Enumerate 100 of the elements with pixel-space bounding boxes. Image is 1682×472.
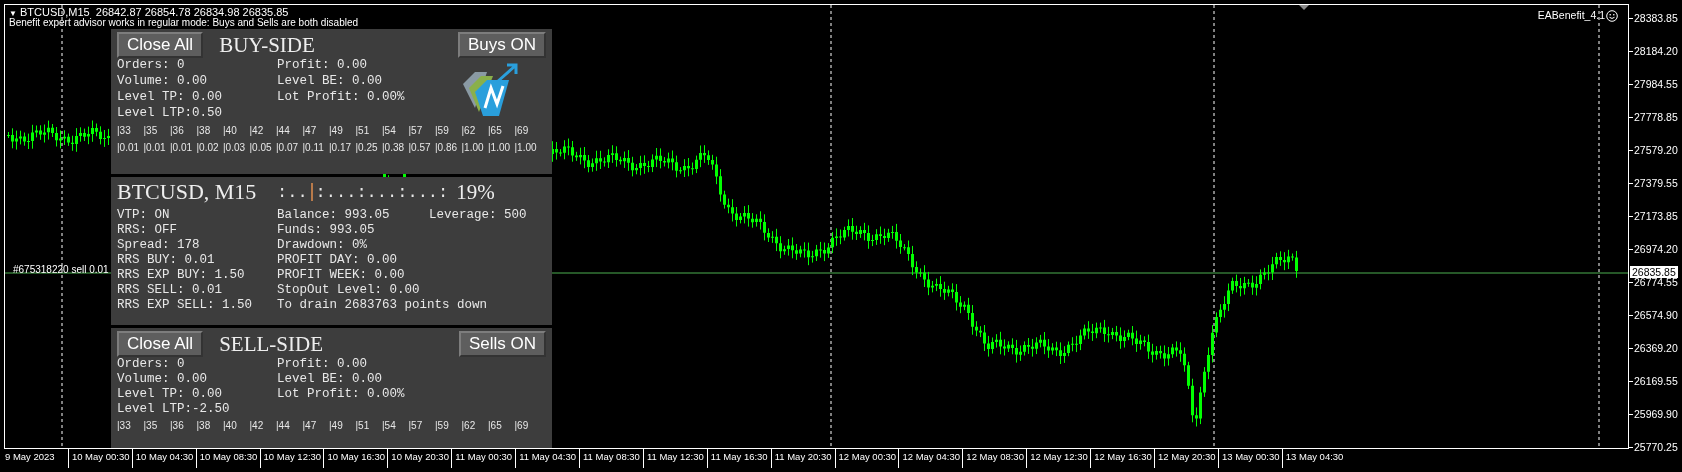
time-label: 10 May 12:30 (259, 449, 324, 468)
level-text: |42 (249, 124, 265, 138)
lot-text: |0.25 (355, 141, 379, 155)
price-label: 27379.55 (1633, 177, 1679, 189)
time-label: 12 May 12:30 (1026, 449, 1091, 468)
time-label: 13 May 04:30 (1281, 449, 1346, 468)
time-label: 10 May 00:30 (67, 449, 132, 468)
time-label: 10 May 20:30 (387, 449, 452, 468)
price-label: 26574.90 (1633, 309, 1679, 321)
lot-text: |1.00 (461, 141, 485, 155)
stat-text: RRS SELL: 0.01 (117, 283, 223, 298)
stat-text: RRS: OFF (117, 223, 177, 238)
price-label: 28383.85 (1633, 12, 1679, 24)
stat-text: Spread: 178 (117, 238, 200, 253)
level-text: |62 (461, 124, 477, 138)
level-text: |33 (117, 419, 132, 433)
level-text: |33 (117, 124, 132, 138)
lot-text: |0.38 (382, 141, 406, 155)
time-label: 9 May 2023 (4, 450, 56, 464)
stat-text: Profit: 0.00 (277, 58, 368, 74)
close-all-button[interactable]: Close All (117, 32, 204, 58)
progress-percent: 19% (456, 180, 495, 204)
price-label: 26369.20 (1633, 342, 1679, 354)
status-notice: Benefit expert advisor works in regular mode: Buys and Sells are both disabled (9, 17, 359, 28)
side-title: BUY-SIDE (219, 33, 316, 57)
level-text: |38 (196, 419, 212, 433)
stat-text: Profit: 0.00 (277, 357, 368, 372)
dropdown-arrow[interactable]: ▼ (9, 9, 17, 18)
level-text: |35 (143, 419, 159, 433)
level-text: |49 (329, 419, 344, 433)
price-label: 27984.55 (1633, 78, 1679, 90)
level-text: |40 (223, 124, 238, 138)
stat-text: Level TP: 0.00 (117, 387, 224, 402)
lot-text: |0.05 (249, 141, 273, 155)
level-text: |59 (435, 124, 450, 138)
stat-text: Level LTP:0.50 (117, 106, 224, 122)
stat-text: Volume: 0.00 (117, 74, 208, 90)
stat-text: Volume: 0.00 (117, 372, 208, 387)
level-text: |44 (276, 419, 291, 433)
level-text: |47 (302, 124, 318, 138)
time-label: 11 May 04:30 (515, 449, 579, 468)
expert-name: EABenefit_4.1 (1537, 8, 1605, 23)
stat-text: Level LTP:-2.50 (117, 402, 231, 417)
time-label: 11 May 08:30 (579, 449, 643, 468)
stat-text: Orders: 0 (117, 357, 186, 372)
price-label: 26974.20 (1633, 243, 1679, 255)
stat-text: Leverage: 500 (429, 208, 527, 223)
smiley-icon (1606, 9, 1618, 22)
time-label: 10 May 08:30 (195, 449, 260, 468)
level-text: |44 (276, 124, 291, 138)
stat-text: Lot Profit: 0.00% (277, 90, 406, 106)
level-text: |47 (302, 419, 318, 433)
price-label: 25770.25 (1633, 441, 1679, 453)
price-label: 26774.55 (1633, 276, 1679, 288)
level-text: |51 (355, 124, 371, 138)
progress-dots: :.. (277, 184, 308, 200)
level-text: |69 (514, 124, 530, 138)
price-label: 28184.20 (1633, 45, 1679, 57)
lot-text: |0.01 (143, 141, 167, 155)
price-label: 25969.90 (1633, 408, 1679, 420)
progress-dots: :...:...:...: (315, 184, 449, 200)
time-label: 12 May 04:30 (898, 449, 963, 468)
lot-text: |0.17 (329, 141, 353, 155)
level-text: |38 (196, 124, 212, 138)
level-text: |54 (382, 124, 397, 138)
lot-text: |1.00 (488, 141, 512, 155)
time-label: 13 May 00:30 (1217, 449, 1282, 468)
stat-text: Level TP: 0.00 (117, 90, 224, 106)
time-label: 12 May 16:30 (1090, 449, 1155, 468)
price-label: 27173.85 (1633, 210, 1679, 222)
price-label: 27778.85 (1633, 111, 1679, 123)
current-price-label: 26835.85 (1630, 266, 1678, 278)
level-text: |57 (408, 419, 424, 433)
stat-text: Drawdown: 0% (277, 238, 367, 253)
symbol-title: BTCUSD, M15 (117, 180, 258, 204)
level-text: |49 (329, 124, 344, 138)
time-label: 11 May 16:30 (706, 449, 771, 468)
toggle-button[interactable]: Buys ON (457, 32, 546, 58)
lot-text: |0.01 (117, 141, 141, 155)
stat-text: RRS EXP BUY: 1.50 (117, 268, 245, 283)
price-label: 26169.55 (1633, 375, 1679, 387)
level-text: |65 (488, 419, 503, 433)
side-title: SELL-SIDE (219, 332, 324, 356)
level-text: |36 (170, 419, 185, 433)
level-text: |65 (488, 124, 503, 138)
level-text: |42 (249, 419, 265, 433)
stat-text: Balance: 993.05 (277, 208, 390, 223)
stat-text: Funds: 993.05 (277, 223, 375, 238)
shift-marker-icon[interactable] (1299, 5, 1309, 10)
close-all-button[interactable]: Close All (117, 331, 204, 357)
stat-text: VTP: ON (117, 208, 170, 223)
time-label: 12 May 00:30 (834, 449, 899, 468)
stat-text: PROFIT DAY: 0.00 (277, 253, 398, 268)
toggle-button[interactable]: Sells ON (458, 331, 546, 357)
stat-text: Level BE: 0.00 (277, 372, 384, 387)
lot-text: |0.03 (223, 141, 247, 155)
lot-text: |0.86 (435, 141, 459, 155)
time-label: 11 May 00:30 (451, 449, 516, 468)
lot-text: |0.01 (170, 141, 194, 155)
order-label: #675318220 sell 0.01 (13, 264, 109, 276)
